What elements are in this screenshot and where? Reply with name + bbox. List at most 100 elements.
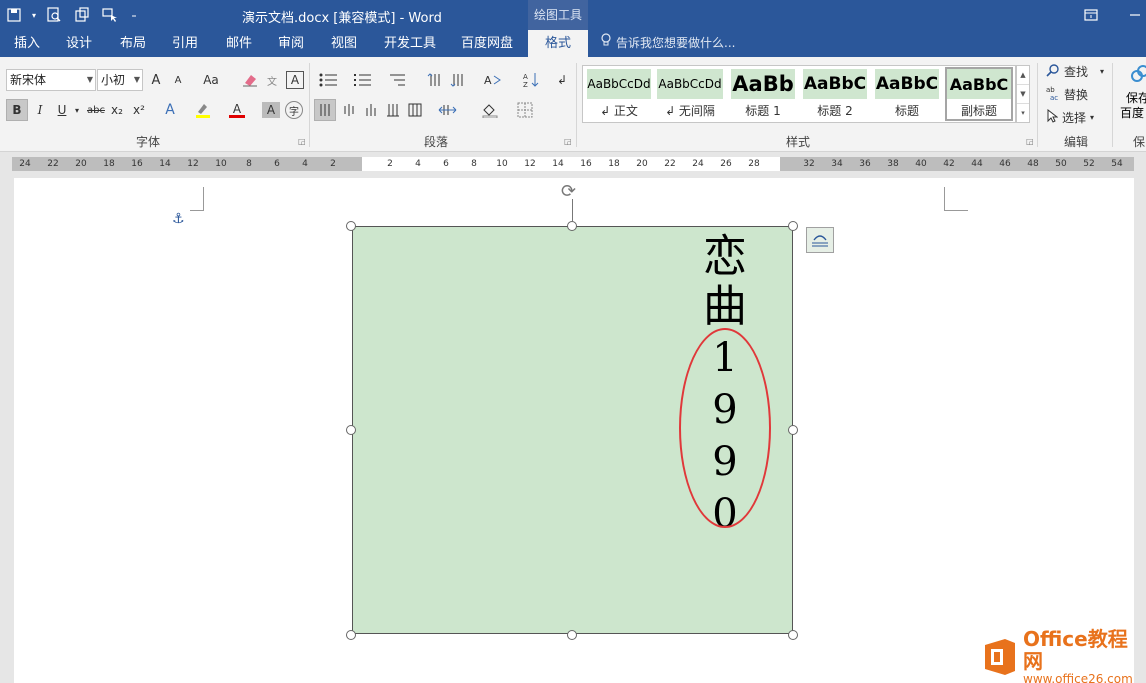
strikethrough-button[interactable]: abc xyxy=(84,99,108,121)
save-icon[interactable] xyxy=(0,0,28,30)
tab-view[interactable]: 视图 xyxy=(321,30,367,57)
ruler-tick-label: 54 xyxy=(1111,159,1123,169)
quick-access-toolbar: ▾ ₌ xyxy=(0,0,144,30)
tab-developer[interactable]: 开发工具 xyxy=(376,30,444,57)
multilevel-list-icon[interactable] xyxy=(384,69,410,91)
resize-handle[interactable] xyxy=(788,630,798,640)
decrease-indent-icon[interactable] xyxy=(425,69,445,91)
shading-icon[interactable] xyxy=(476,99,506,121)
chevron-down-icon[interactable]: ▾ xyxy=(28,0,40,30)
justify-icon[interactable] xyxy=(383,99,403,121)
phonetic-guide-icon[interactable]: 文 xyxy=(262,69,282,91)
ruler-tick-label: 6 xyxy=(274,159,280,169)
tab-references[interactable]: 引用 xyxy=(162,30,208,57)
superscript-button[interactable]: x² xyxy=(130,99,148,121)
tab-review[interactable]: 审阅 xyxy=(268,30,314,57)
shrink-font-icon[interactable]: A xyxy=(169,69,187,91)
gallery-more-icon[interactable]: ▾ xyxy=(1017,104,1029,123)
style-name: 标题 2 xyxy=(817,104,853,118)
grow-font-icon[interactable]: A xyxy=(147,69,165,91)
replace-button[interactable]: ab ac 替换 xyxy=(1046,86,1088,103)
customize-icon[interactable]: ₌ xyxy=(124,0,144,30)
layout-options-icon[interactable] xyxy=(806,227,834,253)
scroll-up-icon[interactable]: ▲ xyxy=(1017,66,1029,85)
tab-format[interactable]: 格式 xyxy=(528,30,588,57)
font-size-combo[interactable]: 小初 ▼ xyxy=(97,69,143,91)
increase-indent-icon[interactable] xyxy=(448,69,468,91)
numbering-icon[interactable] xyxy=(350,69,376,91)
subscript-button[interactable]: x₂ xyxy=(108,99,126,121)
save-to-baidu-button[interactable]: 保存 百度 xyxy=(1118,63,1146,129)
title-bar: ▾ ₌ 演示文档.docx [兼容模式] - Word 绘图工具 xyxy=(0,0,1146,30)
save-to-baidu-line1: 保存 xyxy=(1126,91,1146,105)
change-case-icon[interactable]: Aa xyxy=(196,69,226,91)
style-normal[interactable]: AaBbCcDd ↲ 正文 xyxy=(587,69,651,119)
font-group-label: 字体 xyxy=(135,135,160,149)
tab-mailings[interactable]: 邮件 xyxy=(216,30,262,57)
style-heading-1[interactable]: AaBb 标题 1 xyxy=(731,69,795,119)
resize-handle[interactable] xyxy=(788,221,798,231)
style-heading-2[interactable]: AaBbC 标题 2 xyxy=(803,69,867,119)
text-effects-icon[interactable]: A xyxy=(160,99,180,121)
vertical-char: 恋 xyxy=(703,231,747,282)
new-window-icon[interactable] xyxy=(68,0,96,30)
ribbon-display-icon[interactable] xyxy=(1076,0,1106,30)
clear-format-icon[interactable] xyxy=(240,69,260,91)
minimize-icon[interactable] xyxy=(1120,0,1146,30)
group-divider xyxy=(576,63,577,147)
resize-handle[interactable] xyxy=(788,425,798,435)
bold-button[interactable]: B xyxy=(6,99,28,121)
ruler-tick-label: 16 xyxy=(131,159,143,169)
underline-button[interactable]: U xyxy=(52,99,72,121)
align-center-icon[interactable] xyxy=(339,99,359,121)
show-marks-icon[interactable]: ↲ xyxy=(552,69,572,91)
styles-group-label: 样式 xyxy=(785,135,810,149)
resize-handle[interactable] xyxy=(567,221,577,231)
ruler-tick-label: 2 xyxy=(387,159,393,169)
ruler-tick-label: 44 xyxy=(971,159,983,169)
select-label: 选择 xyxy=(1062,111,1087,125)
highlight-icon[interactable] xyxy=(192,99,214,121)
print-preview-icon[interactable] xyxy=(40,0,68,30)
line-spacing-icon[interactable] xyxy=(434,99,464,121)
styles-gallery-scroll[interactable]: ▲ ▼ ▾ xyxy=(1016,65,1030,123)
dialog-launcher-icon[interactable]: ◲ xyxy=(564,137,572,146)
italic-button[interactable]: I xyxy=(30,99,50,121)
tab-insert[interactable]: 插入 xyxy=(4,30,50,57)
select-button[interactable]: 选择 ▾ xyxy=(1046,108,1095,126)
tell-me-box[interactable]: 告诉我您想要做什么... xyxy=(600,30,735,57)
anchor-icon[interactable]: ⚓ xyxy=(172,211,185,227)
resize-handle[interactable] xyxy=(567,630,577,640)
text-direction-icon[interactable]: A xyxy=(478,69,506,91)
align-vertical-icon[interactable] xyxy=(314,99,336,121)
tab-design[interactable]: 设计 xyxy=(56,30,102,57)
distributed-icon[interactable] xyxy=(405,99,425,121)
scroll-down-icon[interactable]: ▼ xyxy=(1017,85,1029,104)
resize-handle[interactable] xyxy=(346,221,356,231)
horizontal-ruler[interactable]: 24 22 20 18 16 14 12 10 8 6 4 2 2 4 6 8 10 12 14 16 18 20 22 24… xyxy=(0,153,1146,177)
font-color-icon[interactable]: A xyxy=(226,99,248,121)
chevron-down-icon: ▾ xyxy=(1090,113,1095,122)
find-button[interactable]: 查找 ▾ xyxy=(1046,63,1104,80)
sort-icon[interactable]: AZ xyxy=(520,69,542,91)
borders-icon[interactable] xyxy=(510,99,540,121)
style-subtitle[interactable]: AaBbC 副标题 xyxy=(945,67,1013,121)
tab-layout[interactable]: 布局 xyxy=(110,30,156,57)
rotate-handle-icon[interactable]: ⟳ xyxy=(561,181,576,202)
resize-handle[interactable] xyxy=(346,630,356,640)
bullets-icon[interactable] xyxy=(316,69,342,91)
enclose-characters-icon[interactable]: 字 xyxy=(285,101,303,119)
character-shading-icon[interactable]: A xyxy=(262,102,280,118)
align-bottom-icon[interactable] xyxy=(361,99,381,121)
dialog-launcher-icon[interactable]: ◲ xyxy=(1026,137,1034,146)
style-sample: AaBbC xyxy=(947,69,1011,99)
dialog-launcher-icon[interactable]: ◲ xyxy=(298,137,306,146)
chevron-down-icon[interactable]: ▾ xyxy=(72,99,82,121)
touch-mode-icon[interactable] xyxy=(96,0,124,30)
character-border-icon[interactable]: A xyxy=(286,71,304,89)
style-title[interactable]: AaBbC 标题 xyxy=(875,69,939,119)
font-name-combo[interactable]: 新宋体 ▼ xyxy=(6,69,96,91)
resize-handle[interactable] xyxy=(346,425,356,435)
style-no-spacing[interactable]: AaBbCcDd ↲ 无间隔 xyxy=(657,69,723,119)
tab-baidu-netdisk[interactable]: 百度网盘 xyxy=(452,30,522,57)
